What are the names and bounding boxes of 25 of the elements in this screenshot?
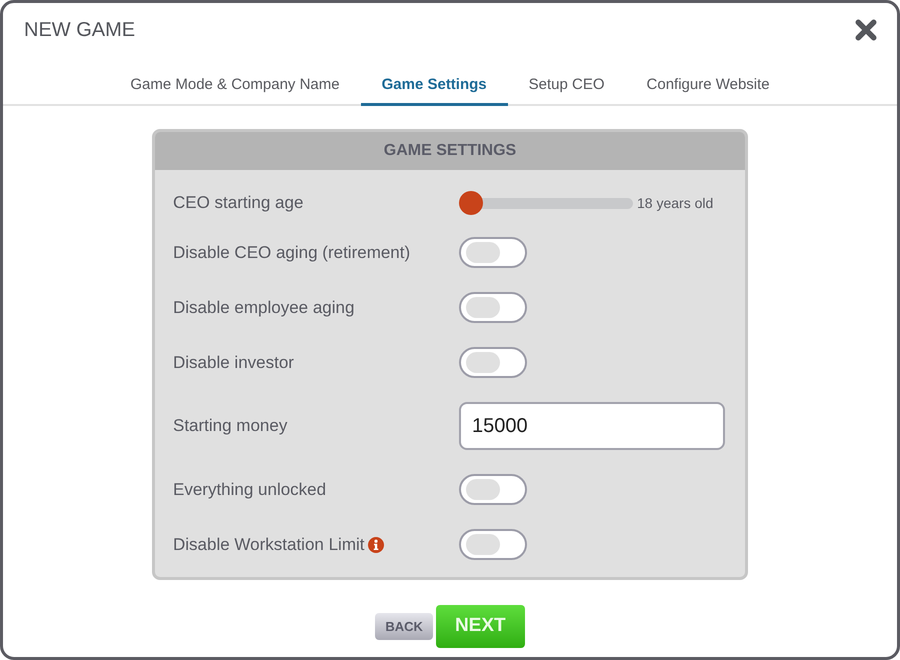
slider-thumb[interactable]	[459, 191, 483, 215]
setting-label: Disable investor	[173, 352, 294, 374]
toggle-switch[interactable]	[459, 529, 527, 560]
slider-track[interactable]	[459, 191, 633, 215]
tab[interactable]: Game Mode & Company Name	[109, 73, 361, 106]
toggle-switch[interactable]	[459, 347, 527, 378]
setting-label: Starting money	[173, 415, 288, 438]
back-button[interactable]: BACK	[375, 613, 433, 640]
setting-label: Disable CEO aging (retirement)	[173, 242, 410, 264]
setting-label: CEO starting age	[173, 192, 304, 214]
toggle-switch[interactable]	[459, 474, 527, 505]
starting-money-field[interactable]: 15000	[459, 402, 725, 450]
tab[interactable]: Setup CEO	[508, 73, 626, 106]
setting-label: Disable employee aging	[173, 296, 354, 319]
toggle-switch[interactable]	[459, 292, 527, 323]
tab[interactable]: Game Settings	[360, 73, 508, 106]
setting-label: Everything unlocked	[173, 478, 326, 501]
setting-label: Disable Workstation Limit	[173, 534, 364, 556]
panel-title: GAME SETTINGS	[384, 141, 516, 161]
toggle-switch[interactable]	[459, 237, 527, 268]
window-title: NEW GAME	[24, 18, 136, 42]
close-button[interactable]	[855, 19, 877, 41]
tab[interactable]: Configure Website	[626, 73, 791, 106]
close-icon	[855, 19, 877, 41]
slider-reading: 18 years old	[637, 194, 714, 213]
